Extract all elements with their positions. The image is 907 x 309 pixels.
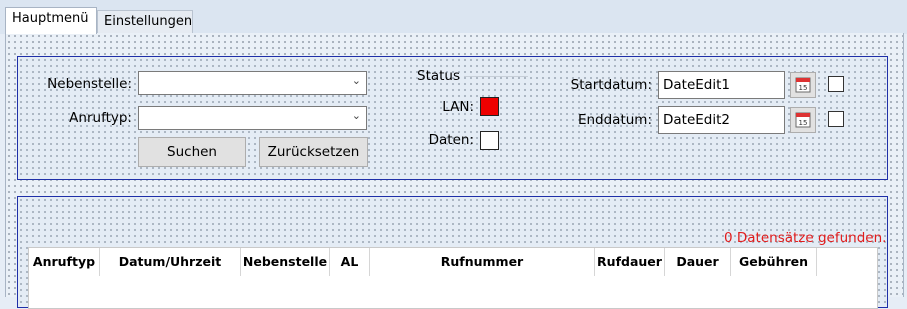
column-header-datum-uhrzeit[interactable]: Datum/Uhrzeit xyxy=(100,248,241,276)
anruftyp-combo[interactable]: ⌄ xyxy=(138,106,367,130)
column-header-anruftyp[interactable]: Anruftyp xyxy=(29,248,100,276)
status-divider xyxy=(464,76,528,77)
column-header-dauer[interactable]: Dauer xyxy=(665,248,731,276)
calendar-icon: 15 xyxy=(795,77,811,93)
calendar-icon: 15 xyxy=(795,112,811,128)
enddatum-checkbox[interactable] xyxy=(828,111,844,127)
status-title: Status xyxy=(417,68,461,84)
tab-content: Nebenstelle: ⌄ Anruftyp: ⌄ Suchen Zurück… xyxy=(5,33,904,309)
startdatum-input[interactable]: DateEdit1 xyxy=(658,71,785,99)
filter-panel: Nebenstelle: ⌄ Anruftyp: ⌄ Suchen Zurück… xyxy=(17,56,888,180)
svg-text:15: 15 xyxy=(799,119,808,127)
enddatum-label: Enddatum: xyxy=(577,112,652,128)
results-table[interactable]: Anruftyp Datum/Uhrzeit Nebenstelle AL Ru… xyxy=(28,247,878,309)
chevron-down-icon: ⌄ xyxy=(351,74,361,87)
results-panel: 0 Datensätze gefunden. Anruftyp Datum/Uh… xyxy=(17,196,888,309)
search-button[interactable]: Suchen xyxy=(138,137,246,167)
daten-label: Daten: xyxy=(428,132,474,148)
svg-text:15: 15 xyxy=(799,84,808,92)
tab-strip: Hauptmenü Einstellungen xyxy=(0,0,907,34)
startdatum-label: Startdatum: xyxy=(570,77,652,93)
column-header-nebenstelle[interactable]: Nebenstelle xyxy=(241,248,330,276)
chevron-down-icon: ⌄ xyxy=(351,109,361,122)
anruftyp-label: Anruftyp: xyxy=(69,110,132,126)
tab-hauptmenue[interactable]: Hauptmenü xyxy=(5,7,97,34)
startdatum-calendar-button[interactable]: 15 xyxy=(790,72,816,98)
enddatum-calendar-button[interactable]: 15 xyxy=(790,107,816,133)
lan-status-indicator xyxy=(480,97,499,116)
nebenstelle-label: Nebenstelle: xyxy=(47,76,132,92)
startdatum-checkbox[interactable] xyxy=(828,76,844,92)
reset-button[interactable]: Zurücksetzen xyxy=(259,137,368,167)
enddatum-input[interactable]: DateEdit2 xyxy=(658,106,785,134)
column-header-rufdauer[interactable]: Rufdauer xyxy=(595,248,665,276)
tab-einstellungen[interactable]: Einstellungen xyxy=(97,10,193,34)
column-header-al[interactable]: AL xyxy=(330,248,370,276)
result-count: 0 Datensätze gefunden. xyxy=(724,230,887,246)
nebenstelle-combo[interactable]: ⌄ xyxy=(138,71,367,95)
lan-label: LAN: xyxy=(442,99,474,115)
daten-status-indicator xyxy=(480,131,499,150)
column-header-gebuehren[interactable]: Gebühren xyxy=(731,248,817,276)
column-header-rufnummer[interactable]: Rufnummer xyxy=(370,248,595,276)
